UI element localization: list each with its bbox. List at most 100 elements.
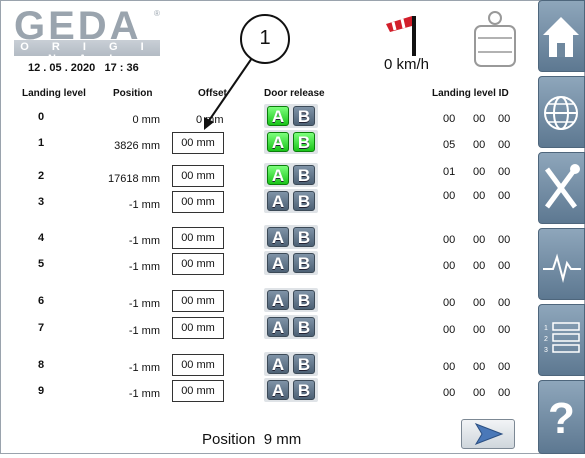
- door-b-button[interactable]: B: [293, 354, 315, 374]
- landing-position: -1 mm: [128, 325, 160, 337]
- list-numbers-icon: 1 2 3: [544, 322, 580, 354]
- landing-id-part: 05: [443, 139, 456, 151]
- landing-id-part: 00: [473, 387, 486, 399]
- landing-id-part: 00: [443, 190, 456, 202]
- globe-icon: [544, 96, 578, 130]
- door-a-button[interactable]: A: [267, 106, 289, 126]
- landing-id-part: 00: [473, 113, 486, 125]
- door-b-button[interactable]: B: [293, 132, 315, 152]
- next-button[interactable]: [461, 419, 515, 449]
- landing-id-part: 00: [443, 234, 456, 246]
- landing-id-part: 00: [443, 361, 456, 373]
- landing-id-part: 00: [443, 113, 456, 125]
- landing-id-part: 00: [443, 297, 456, 309]
- offset-input[interactable]: 00 mm: [172, 191, 224, 213]
- door-b-button[interactable]: B: [293, 227, 315, 247]
- help-button[interactable]: ?: [538, 380, 585, 454]
- landing-id-part: 00: [473, 234, 486, 246]
- landing-position: -1 mm: [128, 298, 160, 310]
- door-a-button[interactable]: A: [267, 380, 289, 400]
- landing-position: -1 mm: [128, 261, 160, 273]
- service-button[interactable]: [538, 152, 585, 224]
- landing-id-part: 01: [443, 166, 456, 178]
- header-landing-level: Landing level: [22, 88, 86, 99]
- callout-number: 1: [259, 27, 271, 49]
- svg-text:1: 1: [544, 325, 548, 332]
- language-button[interactable]: [538, 76, 585, 148]
- levels-list-button[interactable]: 1 2 3: [538, 304, 585, 376]
- offset-input[interactable]: 00 mm: [172, 317, 224, 339]
- door-a-button[interactable]: A: [267, 227, 289, 247]
- home-button[interactable]: [538, 0, 585, 72]
- header-offset: Offset: [198, 88, 227, 99]
- landing-position: -1 mm: [128, 388, 160, 400]
- door-a-button[interactable]: A: [267, 191, 289, 211]
- landing-id-part: 00: [473, 324, 486, 336]
- header-door-release: Door release: [264, 88, 325, 99]
- landing-position: -1 mm: [128, 199, 160, 211]
- landing-id-part: 00: [473, 166, 486, 178]
- svg-text:®: ®: [154, 9, 160, 18]
- door-b-button[interactable]: B: [293, 290, 315, 310]
- offset-input[interactable]: 00 mm: [172, 165, 224, 187]
- door-b-button[interactable]: B: [293, 165, 315, 185]
- landing-id-part: 00: [443, 387, 456, 399]
- door-b-button[interactable]: B: [293, 380, 315, 400]
- landing-id-part: 00: [473, 190, 486, 202]
- offset-input[interactable]: 00 mm: [172, 227, 224, 249]
- diagnostics-button[interactable]: [538, 228, 585, 300]
- position-label: Position: [202, 431, 256, 448]
- landing-id-part: 00: [473, 139, 486, 151]
- door-a-button[interactable]: A: [267, 290, 289, 310]
- landing-id-part: 00: [498, 387, 511, 399]
- door-b-button[interactable]: B: [293, 106, 315, 126]
- svg-text:2: 2: [544, 336, 548, 343]
- landing-position: -1 mm: [128, 235, 160, 247]
- landing-id-part: 00: [473, 361, 486, 373]
- callout-marker: 1: [240, 14, 290, 64]
- svg-text:3: 3: [544, 347, 548, 354]
- landing-id-part: 00: [498, 139, 511, 151]
- position-value: 9 mm: [263, 431, 302, 448]
- signal-icon: [543, 253, 581, 283]
- landing-id-part: 00: [498, 324, 511, 336]
- offset-input[interactable]: 00 mm: [172, 253, 224, 275]
- landing-position: 3826 mm: [114, 140, 160, 152]
- door-a-button[interactable]: A: [267, 317, 289, 337]
- door-b-button[interactable]: B: [293, 317, 315, 337]
- offset-input[interactable]: 00 mm: [172, 290, 224, 312]
- door-a-button[interactable]: A: [267, 253, 289, 273]
- landing-id-part: 00: [498, 166, 511, 178]
- wind-speed: 0 km/h: [384, 56, 430, 73]
- date: 12 . 05 . 2020: [28, 62, 96, 74]
- landing-id-part: 00: [473, 260, 486, 272]
- weight-icon: [474, 11, 516, 67]
- offset-input[interactable]: 00 mm: [172, 380, 224, 402]
- offset-input[interactable]: 00 mm: [172, 354, 224, 376]
- landing-id-part: 00: [498, 361, 511, 373]
- landing-id-part: 00: [443, 324, 456, 336]
- landing-id-part: 00: [498, 190, 511, 202]
- header-position: Position: [113, 88, 153, 99]
- header-landing-level-id: Landing level ID: [432, 88, 509, 99]
- help-icon: ?: [548, 394, 575, 443]
- arrow-right-icon: [474, 423, 504, 445]
- tools-icon: [544, 164, 580, 209]
- landing-id-part: 00: [498, 297, 511, 309]
- home-icon: [543, 17, 579, 57]
- windsock-icon: [386, 16, 416, 56]
- offset-value: 0 mm: [196, 114, 224, 126]
- door-a-button[interactable]: A: [267, 354, 289, 374]
- door-b-button[interactable]: B: [293, 253, 315, 273]
- landing-id-part: 00: [473, 297, 486, 309]
- door-a-button[interactable]: A: [267, 165, 289, 185]
- landing-position: 17618 mm: [108, 173, 160, 185]
- door-a-button[interactable]: A: [267, 132, 289, 152]
- door-b-button[interactable]: B: [293, 191, 315, 211]
- offset-input[interactable]: 00 mm: [172, 132, 224, 154]
- landing-position: 0 mm: [132, 114, 161, 126]
- landing-id-part: 00: [498, 260, 511, 272]
- current-position: Position 9 mm: [202, 431, 301, 448]
- svg-text:?: ?: [548, 394, 575, 443]
- logo-band: O R I G I N A L: [14, 40, 160, 65]
